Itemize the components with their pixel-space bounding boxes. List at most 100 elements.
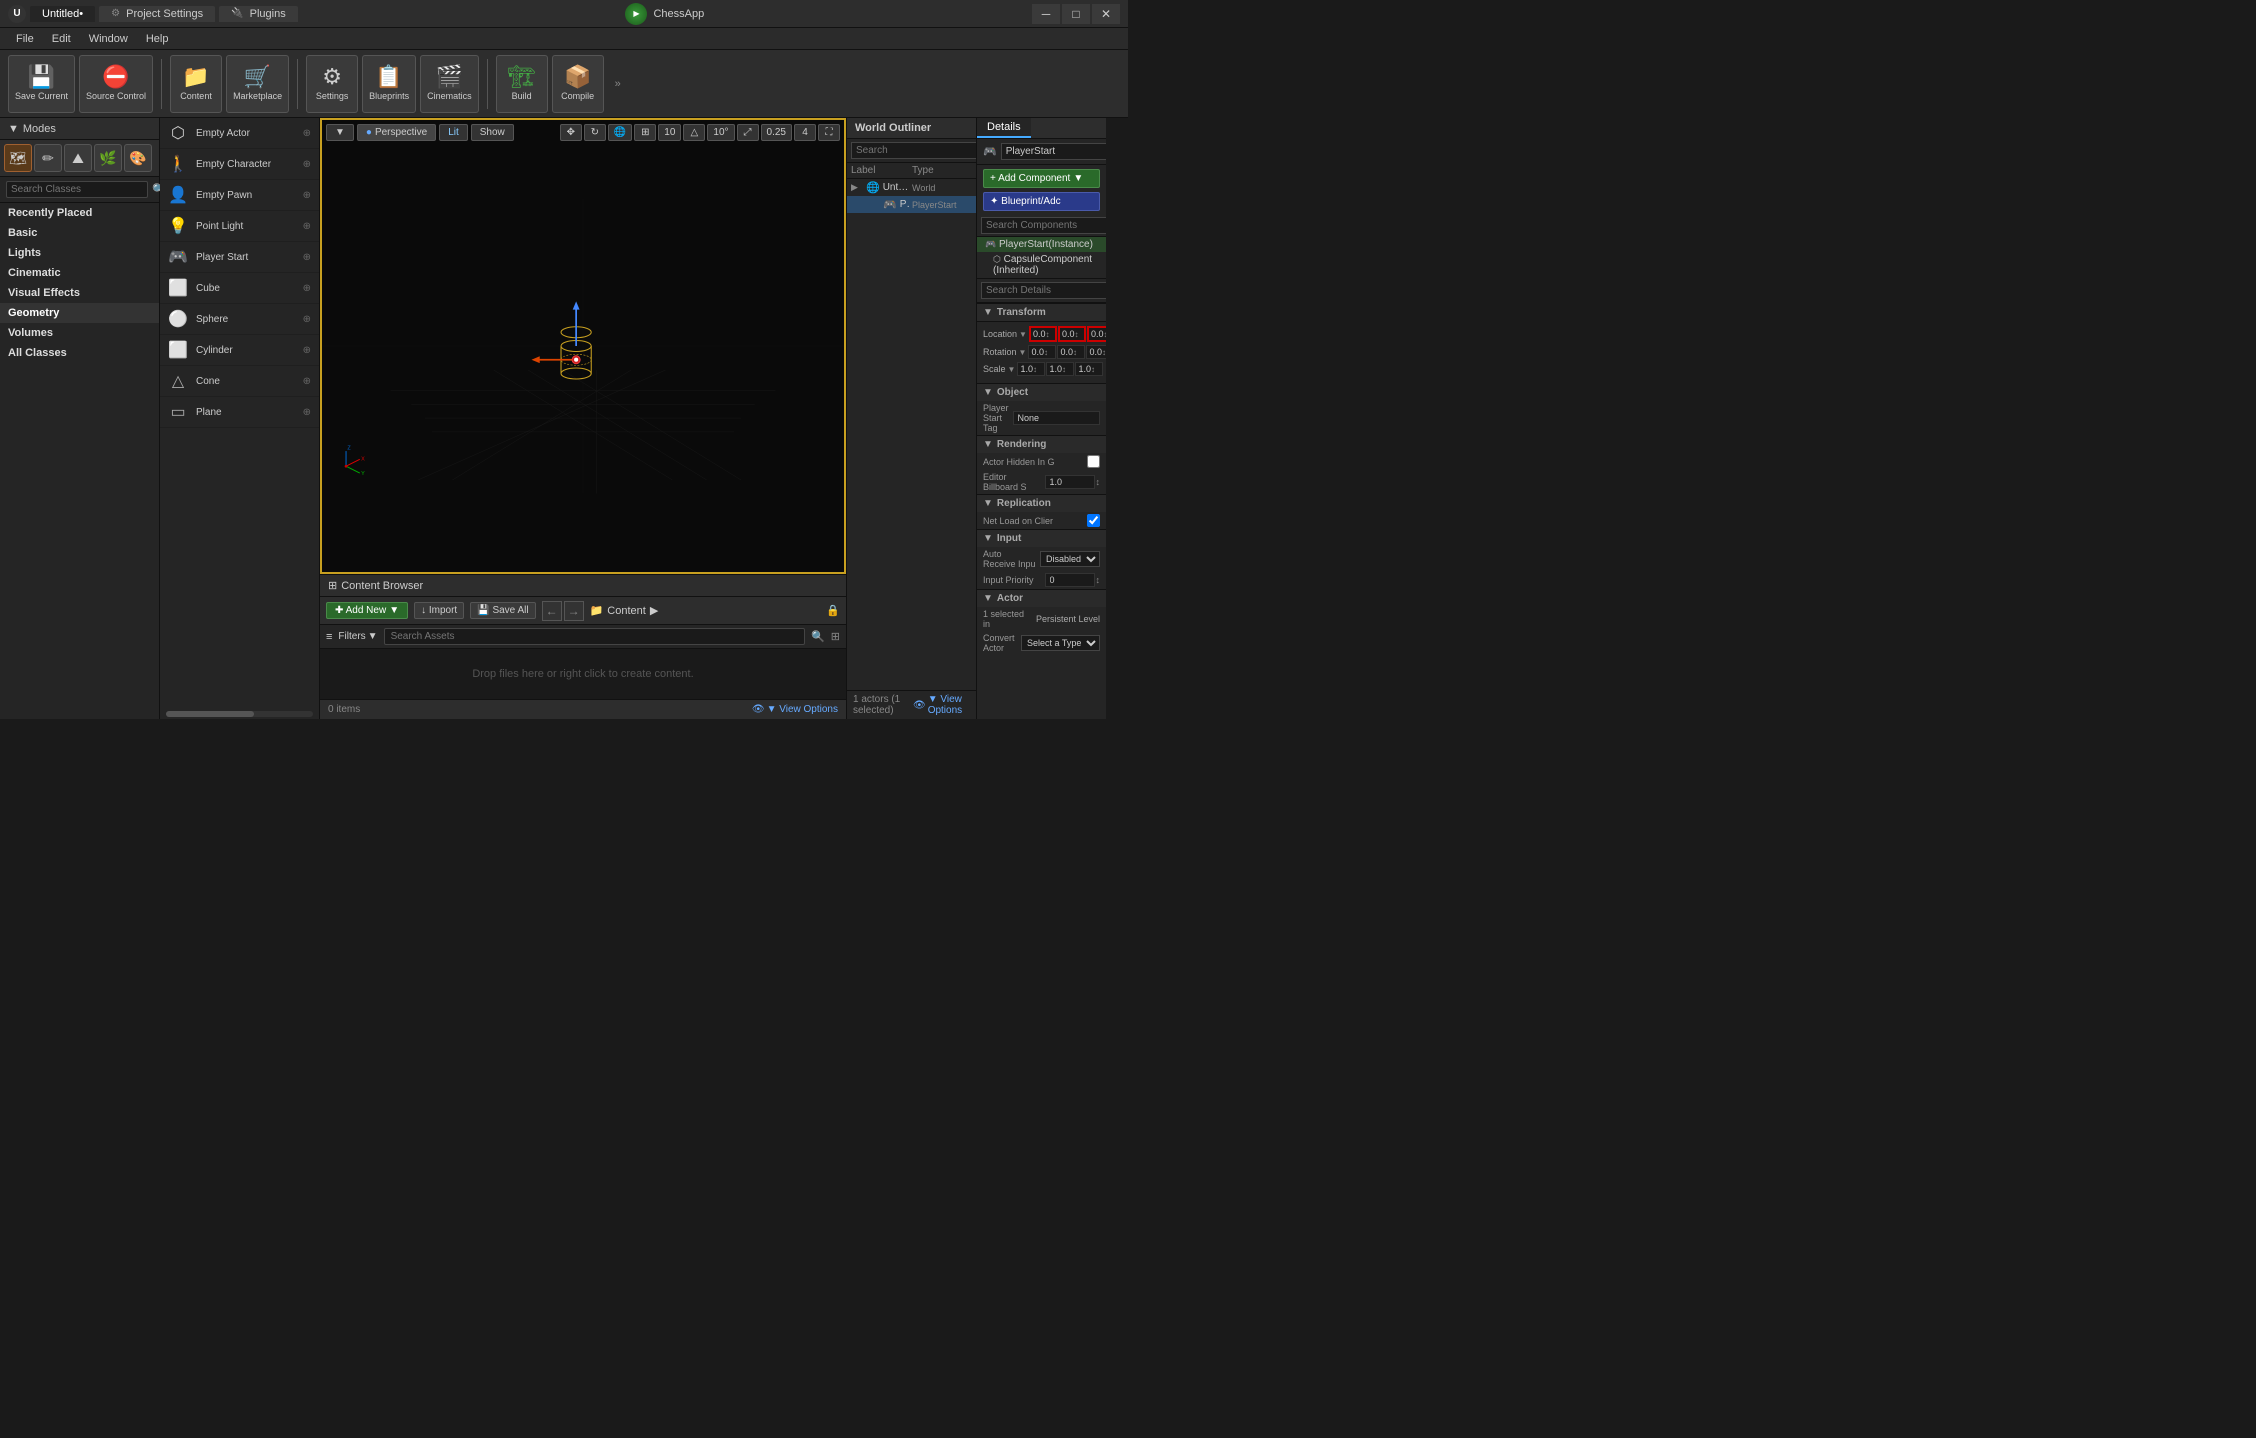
- category-all-classes[interactable]: All Classes: [0, 343, 159, 363]
- viewport-fullscreen-btn[interactable]: ⛶: [818, 124, 840, 141]
- search-classes-input[interactable]: [6, 181, 148, 198]
- location-z-input[interactable]: 0.0 ↕: [1087, 326, 1106, 342]
- category-geometry[interactable]: Geometry: [0, 303, 159, 323]
- input-priority-input[interactable]: [1045, 573, 1095, 587]
- viewport-angle-value[interactable]: 10°: [707, 124, 734, 141]
- rotation-x-input[interactable]: 0.0 ↕: [1028, 345, 1056, 359]
- mode-paint-btn[interactable]: ✏: [34, 144, 62, 172]
- search-details-input[interactable]: [981, 282, 1106, 299]
- toolbar-cinematics[interactable]: 🎬 Cinematics: [420, 55, 479, 113]
- viewport-grid-value[interactable]: 10: [658, 124, 681, 141]
- cb-filter-icon-btn[interactable]: ≡: [326, 631, 332, 643]
- place-item-empty-actor[interactable]: ⬡ Empty Actor ⊕: [160, 118, 319, 149]
- viewport-scale-icon[interactable]: ⤢: [737, 124, 759, 141]
- place-item-empty-character[interactable]: 🚶 Empty Character ⊕: [160, 149, 319, 180]
- add-component-button[interactable]: + Add Component ▼: [983, 169, 1100, 188]
- cb-import-button[interactable]: ↓ Import: [414, 602, 464, 619]
- input-section-header[interactable]: ▼ Input: [977, 529, 1106, 547]
- viewport-rotate-btn[interactable]: ↻: [584, 124, 606, 141]
- rotation-z-input[interactable]: 0.0 ↕: [1086, 345, 1106, 359]
- viewport-angle-icon[interactable]: △: [683, 124, 705, 141]
- mode-terrain-btn[interactable]: ⛰: [64, 144, 92, 172]
- convert-actor-select[interactable]: Select a Type: [1021, 635, 1100, 651]
- viewport-perspective-btn[interactable]: ● Perspective: [357, 124, 436, 141]
- viewport-translate-btn[interactable]: ✥: [560, 124, 582, 141]
- scale-y-input[interactable]: 1.0 ↕: [1046, 362, 1074, 376]
- menu-edit[interactable]: Edit: [44, 31, 79, 47]
- billboard-scale-input[interactable]: [1045, 475, 1095, 489]
- toolbar-settings[interactable]: ⚙ Settings: [306, 55, 358, 113]
- category-lights[interactable]: Lights: [0, 243, 159, 263]
- tab-untitled[interactable]: Untitled•: [30, 6, 95, 22]
- component-player-start-instance[interactable]: 🎮 PlayerStart(Instance): [977, 237, 1106, 252]
- viewport-scale-value[interactable]: 0.25: [761, 124, 792, 141]
- mode-foliage-btn[interactable]: 🌿: [94, 144, 122, 172]
- cb-add-new-button[interactable]: ✚ Add New ▼: [326, 602, 408, 619]
- viewport-show-btn[interactable]: Show: [471, 124, 514, 141]
- cb-search-input[interactable]: [384, 628, 806, 645]
- viewport-camera-value[interactable]: 4: [794, 124, 816, 141]
- toolbar-source-control[interactable]: ⛔ Source Control: [79, 55, 153, 113]
- scale-x-input[interactable]: 1.0 ↕: [1017, 362, 1045, 376]
- tab-project-settings[interactable]: ⚙ Project Settings: [99, 6, 215, 22]
- rotation-y-input[interactable]: 0.0 ↕: [1057, 345, 1085, 359]
- toolbar-compile[interactable]: 📦 Compile: [552, 55, 604, 113]
- rendering-section-header[interactable]: ▼ Rendering: [977, 435, 1106, 453]
- player-start-tag-input[interactable]: [1013, 411, 1100, 425]
- net-load-checkbox[interactable]: [1087, 514, 1100, 527]
- toolbar-marketplace[interactable]: 🛒 Marketplace: [226, 55, 289, 113]
- transform-section-header[interactable]: ▼ Transform: [977, 303, 1106, 321]
- place-item-empty-pawn[interactable]: 👤 Empty Pawn ⊕: [160, 180, 319, 211]
- place-item-plane[interactable]: ▭ Plane ⊕: [160, 397, 319, 428]
- toolbar-save-current[interactable]: 💾 Save Current: [8, 55, 75, 113]
- cb-save-all-button[interactable]: 💾 Save All: [470, 602, 535, 619]
- menu-help[interactable]: Help: [138, 31, 177, 47]
- cb-nav-back-button[interactable]: ←: [542, 601, 562, 621]
- toolbar-blueprints[interactable]: 📋 Blueprints: [362, 55, 416, 113]
- cb-view-options-btn[interactable]: 👁 ▼ View Options: [752, 704, 838, 715]
- cb-filters-button[interactable]: Filters ▼: [338, 631, 377, 642]
- viewport-arrow-btn[interactable]: ▼: [326, 124, 354, 141]
- outliner-search-input[interactable]: [851, 142, 993, 159]
- close-button[interactable]: ✕: [1092, 4, 1120, 24]
- viewport[interactable]: ▼ ● Perspective Lit Show ✥ ↻: [320, 118, 846, 574]
- toolbar-content[interactable]: 📁 Content: [170, 55, 222, 113]
- minimize-button[interactable]: ─: [1032, 4, 1060, 24]
- cb-nav-fwd-button[interactable]: →: [564, 601, 584, 621]
- location-x-input[interactable]: 0.0 ↕: [1029, 326, 1057, 342]
- location-y-input[interactable]: 0.0 ↕: [1058, 326, 1086, 342]
- category-visual-effects[interactable]: Visual Effects: [0, 283, 159, 303]
- outliner-row-world[interactable]: ▶ 🌐 Untitled (Editor) World: [847, 179, 976, 196]
- component-capsule[interactable]: ⬡ CapsuleComponent (Inherited): [977, 252, 1106, 278]
- category-basic[interactable]: Basic: [0, 223, 159, 243]
- tab-plugins[interactable]: 🔌 Plugins: [219, 6, 298, 22]
- actor-section-header[interactable]: ▼ Actor: [977, 589, 1106, 607]
- place-item-sphere[interactable]: ⚪ Sphere ⊕: [160, 304, 319, 335]
- toolbar-build[interactable]: 🏗 Build: [496, 55, 548, 113]
- toolbar-more[interactable]: »: [608, 55, 628, 113]
- category-cinematic[interactable]: Cinematic: [0, 263, 159, 283]
- menu-window[interactable]: Window: [81, 31, 136, 47]
- blueprint-button[interactable]: ✦ Blueprint/Adc: [983, 192, 1100, 211]
- viewport-lit-btn[interactable]: Lit: [439, 124, 468, 141]
- actor-name-input[interactable]: [1001, 143, 1106, 160]
- outliner-view-options-btn[interactable]: 👁 ▼ View Options: [913, 694, 970, 716]
- scale-z-input[interactable]: 1.0 ↕: [1075, 362, 1103, 376]
- mode-place-btn[interactable]: 🗺: [4, 144, 32, 172]
- actor-hidden-checkbox[interactable]: [1087, 455, 1100, 468]
- place-item-cube[interactable]: ⬜ Cube ⊕: [160, 273, 319, 304]
- place-item-point-light[interactable]: 💡 Point Light ⊕: [160, 211, 319, 242]
- replication-section-header[interactable]: ▼ Replication: [977, 494, 1106, 512]
- auto-receive-select[interactable]: Disabled Player0 Player1: [1040, 551, 1100, 567]
- menu-file[interactable]: File: [8, 31, 42, 47]
- place-item-cylinder[interactable]: ⬜ Cylinder ⊕: [160, 335, 319, 366]
- object-section-header[interactable]: ▼ Object: [977, 383, 1106, 401]
- maximize-button[interactable]: □: [1062, 4, 1090, 24]
- viewport-globe-btn[interactable]: 🌐: [608, 124, 632, 141]
- category-volumes[interactable]: Volumes: [0, 323, 159, 343]
- place-item-cone[interactable]: △ Cone ⊕: [160, 366, 319, 397]
- components-search-input[interactable]: [981, 217, 1106, 234]
- place-item-player-start[interactable]: 🎮 Player Start ⊕: [160, 242, 319, 273]
- details-tab[interactable]: Details: [977, 118, 1031, 138]
- outliner-row-player-start[interactable]: 🎮 PlayerStart PlayerStart: [847, 196, 976, 213]
